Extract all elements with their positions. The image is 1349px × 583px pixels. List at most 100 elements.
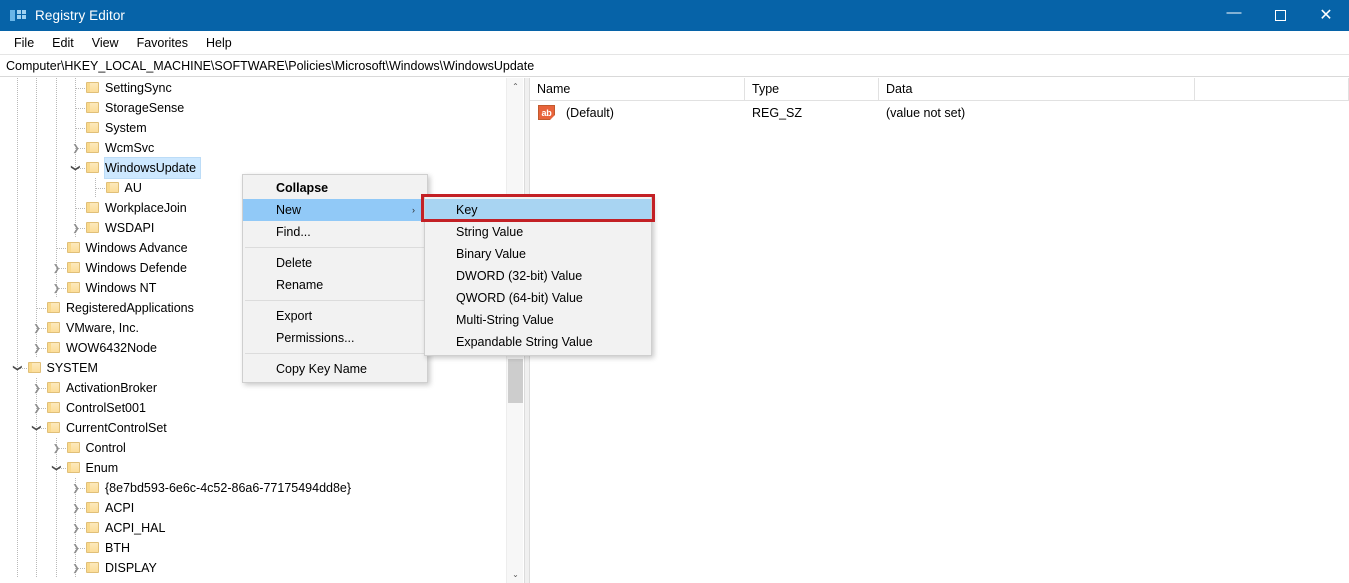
tree-item-acpi-hal[interactable]: ❯ ACPI_HAL — [0, 518, 508, 538]
tree-elbow-line — [76, 108, 85, 109]
registry-path: Computer\HKEY_LOCAL_MACHINE\SOFTWARE\Pol… — [6, 59, 534, 73]
context-menu-item-export[interactable]: Export — [243, 305, 427, 327]
registry-editor-window: Registry Editor — ✕ FileEditViewFavorite… — [0, 0, 1349, 583]
chevron-right-icon[interactable]: ❯ — [68, 138, 84, 158]
menu-item-edit[interactable]: Edit — [43, 33, 83, 53]
tree-item-storagesense[interactable]: StorageSense — [0, 98, 508, 118]
tree-guide-line — [56, 138, 57, 158]
tree-guide-line — [36, 558, 37, 578]
submenu-item-dword-32-bit-value[interactable]: DWORD (32-bit) Value — [425, 265, 651, 287]
maximize-button[interactable] — [1257, 0, 1303, 31]
chevron-right-icon[interactable]: ❯ — [29, 338, 45, 358]
tree-item-settingsync[interactable]: SettingSync — [0, 78, 508, 98]
scroll-down-icon[interactable]: ⌄ — [507, 566, 524, 583]
tree-guide-line — [36, 178, 37, 198]
chevron-right-icon[interactable]: ❯ — [29, 398, 45, 418]
chevron-down-icon[interactable]: ❯ — [27, 420, 47, 436]
tree-guide-line — [36, 138, 37, 158]
chevron-right-icon[interactable]: ❯ — [29, 378, 45, 398]
close-button[interactable]: ✕ — [1303, 0, 1349, 31]
tree-guide-line — [36, 158, 37, 178]
chevron-right-icon[interactable]: ❯ — [68, 558, 84, 578]
tree-item-controlset001[interactable]: ❯ControlSet001 — [0, 398, 508, 418]
menu-item-favorites[interactable]: Favorites — [128, 33, 197, 53]
chevron-right-icon[interactable]: ❯ — [68, 518, 84, 538]
tree-guide-line — [17, 238, 18, 258]
folder-icon — [86, 221, 100, 234]
submenu-item-binary-value[interactable]: Binary Value — [425, 243, 651, 265]
tree-item-label: WOW6432Node — [66, 338, 161, 358]
registry-value-pane: NameTypeData ab (Default) REG_SZ (value … — [530, 78, 1349, 583]
menu-item-file[interactable]: File — [5, 33, 43, 53]
chevron-right-icon[interactable]: ❯ — [29, 318, 45, 338]
tree-item-currentcontrolset[interactable]: ❯CurrentControlSet — [0, 418, 508, 438]
tree-guide-line — [17, 478, 18, 498]
tree-item-label: WSDAPI — [105, 218, 158, 238]
tree-guide-line — [36, 518, 37, 538]
registry-editor-icon — [10, 8, 26, 24]
context-menu-item-permissions[interactable]: Permissions... — [243, 327, 427, 349]
tree-item-label: ACPI_HAL — [105, 518, 169, 538]
tree-item-8e7bd593-6e6c-4c52-86a6-77175494dd8e[interactable]: ❯{8e7bd593-6e6c-4c52-86a6-77175494dd8e} — [0, 478, 508, 498]
table-row[interactable]: ab (Default) REG_SZ (value not set) — [530, 102, 1349, 124]
folder-icon — [86, 501, 100, 514]
tree-item-system[interactable]: System — [0, 118, 508, 138]
folder-icon — [47, 401, 61, 414]
tree-guide-line — [56, 218, 57, 238]
tree-item-acpi[interactable]: ❯ ACPI — [0, 498, 508, 518]
chevron-right-icon[interactable]: ❯ — [68, 478, 84, 498]
column-header-name[interactable]: Name — [530, 78, 745, 101]
menu-item-view[interactable]: View — [83, 33, 128, 53]
tree-item-label: Windows Defende — [86, 258, 191, 278]
tree-item-display[interactable]: ❯DISPLAY — [0, 558, 508, 578]
submenu-item-label: Binary Value — [456, 247, 526, 261]
tree-item-enum[interactable]: ❯Enum — [0, 458, 508, 478]
chevron-right-icon[interactable]: ❯ — [49, 278, 65, 298]
folder-icon — [67, 441, 81, 454]
context-menu-item-find[interactable]: Find... — [243, 221, 427, 243]
submenu-item-qword-64-bit-value[interactable]: QWORD (64-bit) Value — [425, 287, 651, 309]
context-menu-item-label: Collapse — [276, 181, 328, 195]
context-menu-item-copy-key-name[interactable]: Copy Key Name — [243, 358, 427, 380]
submenu-item-label: Key — [456, 203, 478, 217]
tree-guide-line — [17, 438, 18, 458]
tree-item-control[interactable]: ❯Control — [0, 438, 508, 458]
submenu-item-multi-string-value[interactable]: Multi-String Value — [425, 309, 651, 331]
chevron-right-icon[interactable]: ❯ — [68, 498, 84, 518]
context-menu-item-delete[interactable]: Delete — [243, 252, 427, 274]
submenu-item-expandable-string-value[interactable]: Expandable String Value — [425, 331, 651, 353]
folder-icon — [86, 121, 100, 134]
tree-guide-line — [17, 378, 18, 398]
string-value-icon: ab — [538, 105, 555, 120]
folder-icon — [28, 361, 42, 374]
chevron-right-icon[interactable]: ❯ — [68, 538, 84, 558]
tree-elbow-line — [76, 128, 85, 129]
chevron-right-icon[interactable]: ❯ — [49, 258, 65, 278]
submenu-item-key[interactable]: Key — [425, 199, 651, 221]
chevron-down-icon[interactable]: ❯ — [47, 460, 67, 476]
folder-icon — [67, 241, 81, 254]
submenu-item-string-value[interactable]: String Value — [425, 221, 651, 243]
minimize-button[interactable]: — — [1211, 0, 1257, 31]
scroll-up-icon[interactable]: ⌃ — [507, 78, 524, 95]
scrollbar-thumb[interactable] — [508, 359, 523, 403]
chevron-down-icon[interactable]: ❯ — [8, 360, 28, 376]
menu-item-help[interactable]: Help — [197, 33, 241, 53]
chevron-down-icon[interactable]: ❯ — [66, 160, 86, 176]
address-bar[interactable]: Computer\HKEY_LOCAL_MACHINE\SOFTWARE\Pol… — [0, 55, 1349, 77]
context-menu-item-collapse[interactable]: Collapse — [243, 177, 427, 199]
context-menu-item-new[interactable]: New› — [243, 199, 427, 221]
tree-item-wcmsvc[interactable]: ❯WcmSvc — [0, 138, 508, 158]
column-header-type[interactable]: Type — [745, 78, 879, 101]
chevron-right-icon[interactable]: ❯ — [68, 218, 84, 238]
tree-guide-line — [56, 478, 57, 498]
tree-item-label: ACPI — [105, 498, 138, 518]
chevron-right-icon[interactable]: ❯ — [49, 438, 65, 458]
tree-guide-line — [17, 218, 18, 238]
tree-item-bth[interactable]: ❯BTH — [0, 538, 508, 558]
tree-guide-line — [17, 158, 18, 178]
tree-guide-line — [56, 158, 57, 178]
context-menu-item-rename[interactable]: Rename — [243, 274, 427, 296]
column-header-data[interactable]: Data — [879, 78, 1195, 101]
value-list-header: NameTypeData — [530, 78, 1349, 101]
